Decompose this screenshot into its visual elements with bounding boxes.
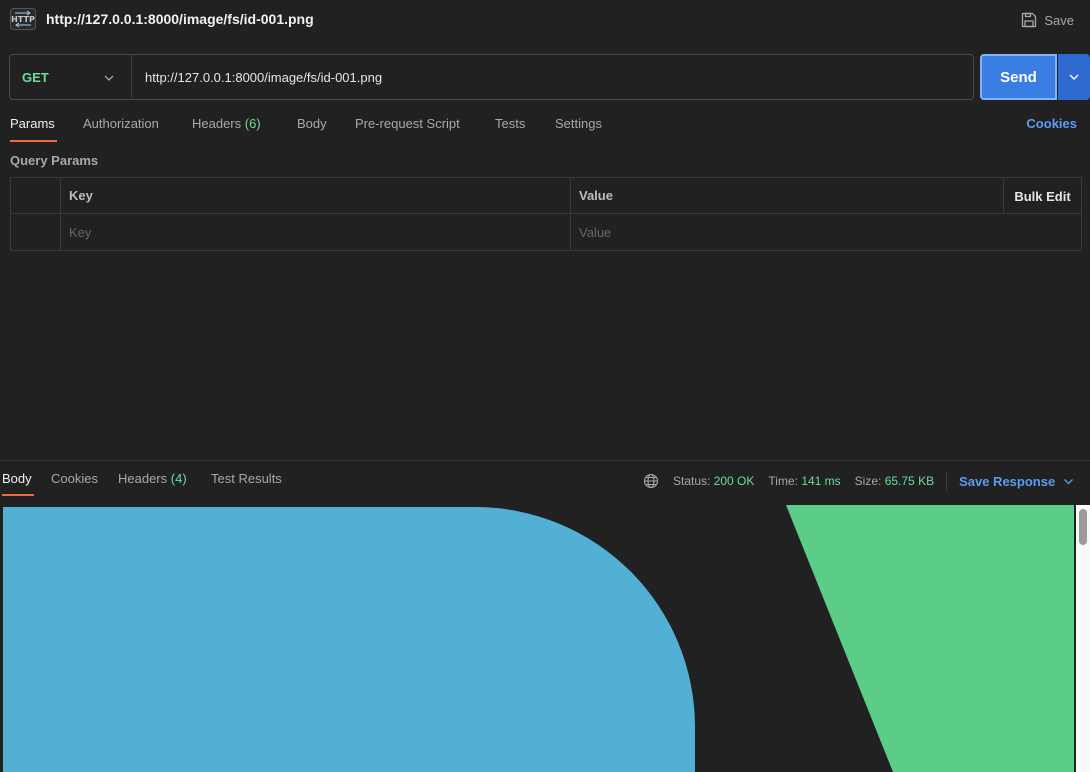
key-column-header: Key	[61, 178, 571, 213]
tab-response-headers[interactable]: Headers (4)	[118, 471, 187, 486]
table-row	[11, 214, 1081, 250]
response-image-preview	[0, 505, 1076, 772]
save-response-label: Save Response	[959, 473, 1056, 489]
scrollbar-thumb[interactable]	[1079, 509, 1087, 545]
tab-body[interactable]: Body	[297, 116, 327, 131]
send-options-button[interactable]	[1058, 54, 1090, 100]
url-input[interactable]	[132, 55, 973, 99]
svg-text:HTTP: HTTP	[11, 15, 35, 24]
query-params-label: Query Params	[10, 153, 99, 168]
param-value-input[interactable]	[579, 224, 1081, 240]
tab-params[interactable]: Params	[10, 116, 55, 131]
tab-headers[interactable]: Headers (6)	[192, 116, 261, 131]
bulk-edit-button[interactable]: Bulk Edit	[1003, 178, 1081, 214]
chevron-down-icon	[104, 75, 114, 81]
divider	[946, 471, 948, 491]
chevron-down-icon	[1069, 74, 1079, 80]
blue-rounded-shape	[3, 507, 695, 772]
param-key-input[interactable]	[69, 224, 570, 240]
preview-image	[3, 505, 1074, 772]
response-scrollbar[interactable]	[1076, 505, 1090, 772]
table-header-row: Key Value Bulk Edit	[11, 178, 1081, 214]
active-tab-indicator	[10, 140, 57, 142]
save-response-button[interactable]: Save Response	[959, 474, 1074, 489]
send-button[interactable]: Send	[980, 54, 1057, 100]
active-response-tab-indicator	[2, 494, 34, 496]
chevron-down-icon	[1064, 478, 1074, 484]
checkbox-column-header	[11, 178, 61, 213]
method-select[interactable]: GET	[10, 55, 132, 99]
response-tabs: Body Cookies Headers (4) Test Results St…	[0, 462, 1090, 496]
green-trapezoid-shape	[786, 505, 1074, 772]
size-value[interactable]: 65.75 KB	[885, 474, 934, 488]
request-tabs: Params Authorization Headers (6) Body Pr…	[0, 112, 1090, 144]
response-headers-count: (4)	[170, 471, 187, 486]
tab-tests[interactable]: Tests	[495, 116, 525, 131]
pane-divider[interactable]	[0, 460, 1090, 461]
tab-pre-request-script[interactable]: Pre-request Script	[355, 116, 460, 131]
key-cell	[61, 214, 571, 250]
save-icon	[1022, 12, 1037, 28]
status-value[interactable]: 200 OK	[714, 474, 755, 488]
time-label: Time:	[768, 474, 798, 488]
tab-response-body[interactable]: Body	[2, 471, 32, 486]
response-meta: Status: 200 OK Time: 141 ms Size: 65.75 …	[643, 471, 1074, 491]
headers-count: (6)	[244, 116, 261, 131]
value-column-header: Value	[579, 188, 613, 203]
tab-headers-label: Headers	[192, 116, 242, 131]
value-cell	[571, 214, 1081, 250]
row-checkbox-cell	[11, 214, 61, 250]
save-label: Save	[1044, 12, 1074, 28]
globe-icon[interactable]	[643, 473, 659, 489]
method-label: GET	[22, 69, 49, 85]
save-button[interactable]: Save	[1020, 10, 1074, 30]
query-params-table: Key Value Bulk Edit	[10, 177, 1082, 251]
tab-response-headers-label: Headers	[118, 471, 168, 486]
http-request-icon: HTTP	[10, 8, 36, 30]
time-value[interactable]: 141 ms	[801, 474, 840, 488]
url-bar: GET	[9, 54, 974, 100]
status-label: Status:	[673, 474, 711, 488]
tab-test-results[interactable]: Test Results	[211, 471, 282, 486]
cookies-link[interactable]: Cookies	[1026, 116, 1077, 131]
request-title: http://127.0.0.1:8000/image/fs/id-001.pn…	[46, 11, 314, 27]
tab-authorization[interactable]: Authorization	[83, 116, 159, 131]
tab-settings[interactable]: Settings	[555, 116, 602, 131]
title-bar: HTTP http://127.0.0.1:8000/image/fs/id-0…	[0, 0, 1090, 40]
size-label: Size:	[854, 474, 882, 488]
tab-response-cookies[interactable]: Cookies	[51, 471, 98, 486]
